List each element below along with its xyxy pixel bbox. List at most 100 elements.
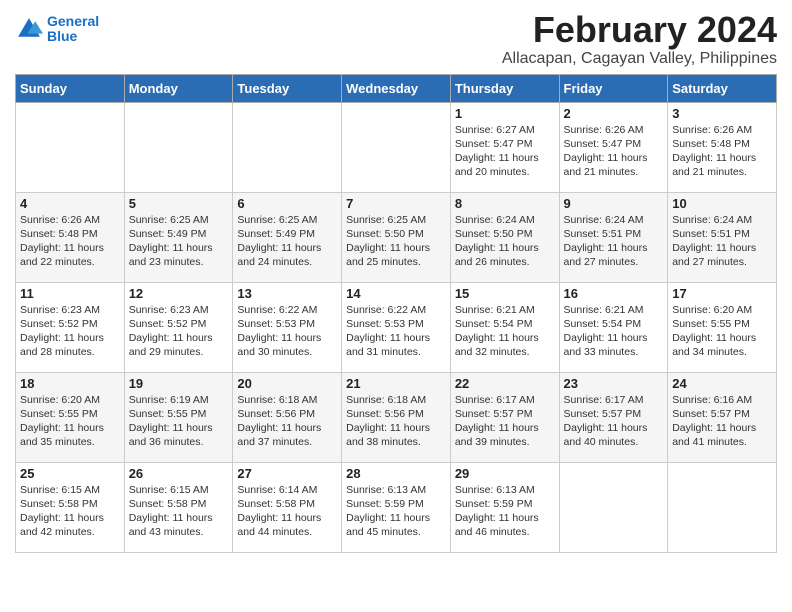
day-info: Sunrise: 6:21 AMSunset: 5:54 PMDaylight:… <box>564 303 664 360</box>
week-row-4: 18 Sunrise: 6:20 AMSunset: 5:55 PMDayligh… <box>16 372 777 462</box>
day-info: Sunrise: 6:13 AMSunset: 5:59 PMDaylight:… <box>346 483 446 540</box>
day-info: Sunrise: 6:25 AMSunset: 5:49 PMDaylight:… <box>129 213 229 270</box>
day-number: 5 <box>129 196 229 211</box>
calendar-cell <box>559 462 668 552</box>
day-number: 21 <box>346 376 446 391</box>
day-info: Sunrise: 6:15 AMSunset: 5:58 PMDaylight:… <box>20 483 120 540</box>
weekday-header-friday: Friday <box>559 74 668 102</box>
calendar-cell: 27 Sunrise: 6:14 AMSunset: 5:58 PMDayligh… <box>233 462 342 552</box>
logo-text: General Blue <box>47 14 99 45</box>
day-number: 16 <box>564 286 664 301</box>
page-header: General Blue February 2024 Allacapan, Ca… <box>15 10 777 68</box>
week-row-2: 4Sunrise: 6:26 AMSunset: 5:48 PMDaylight… <box>16 192 777 282</box>
logo-icon <box>15 15 43 43</box>
calendar-cell: 12 Sunrise: 6:23 AMSunset: 5:52 PMDayligh… <box>124 282 233 372</box>
day-info: Sunrise: 6:26 AMSunset: 5:48 PMDaylight:… <box>672 123 772 180</box>
calendar-cell: 24 Sunrise: 6:16 AMSunset: 5:57 PMDayligh… <box>668 372 777 462</box>
day-number: 9 <box>564 196 664 211</box>
day-info: Sunrise: 6:22 AMSunset: 5:53 PMDaylight:… <box>237 303 337 360</box>
calendar-cell <box>16 102 125 192</box>
calendar-cell: 7Sunrise: 6:25 AMSunset: 5:50 PMDaylight… <box>342 192 451 282</box>
calendar-cell: 1Sunrise: 6:27 AMSunset: 5:47 PMDaylight… <box>450 102 559 192</box>
day-number: 12 <box>129 286 229 301</box>
calendar-table: SundayMondayTuesdayWednesdayThursdayFrid… <box>15 74 777 553</box>
calendar-cell: 23 Sunrise: 6:17 AMSunset: 5:57 PMDayligh… <box>559 372 668 462</box>
day-number: 7 <box>346 196 446 211</box>
calendar-cell: 16 Sunrise: 6:21 AMSunset: 5:54 PMDayligh… <box>559 282 668 372</box>
calendar-cell: 28 Sunrise: 6:13 AMSunset: 5:59 PMDayligh… <box>342 462 451 552</box>
day-number: 19 <box>129 376 229 391</box>
calendar-cell: 8 Sunrise: 6:24 AMSunset: 5:50 PMDaylight… <box>450 192 559 282</box>
day-info: Sunrise: 6:18 AMSunset: 5:56 PMDaylight:… <box>346 393 446 450</box>
day-info: Sunrise: 6:17 AMSunset: 5:57 PMDaylight:… <box>564 393 664 450</box>
day-number: 20 <box>237 376 337 391</box>
day-info: Sunrise: 6:24 AMSunset: 5:50 PMDaylight:… <box>455 213 555 270</box>
day-info: Sunrise: 6:21 AMSunset: 5:54 PMDaylight:… <box>455 303 555 360</box>
day-number: 13 <box>237 286 337 301</box>
calendar-cell: 22Sunrise: 6:17 AMSunset: 5:57 PMDayligh… <box>450 372 559 462</box>
day-number: 10 <box>672 196 772 211</box>
calendar-cell <box>342 102 451 192</box>
day-number: 8 <box>455 196 555 211</box>
day-number: 27 <box>237 466 337 481</box>
day-info: Sunrise: 6:16 AMSunset: 5:57 PMDaylight:… <box>672 393 772 450</box>
day-info: Sunrise: 6:23 AMSunset: 5:52 PMDaylight:… <box>129 303 229 360</box>
calendar-cell: 10 Sunrise: 6:24 AMSunset: 5:51 PMDayligh… <box>668 192 777 282</box>
weekday-header-tuesday: Tuesday <box>233 74 342 102</box>
calendar-cell: 15Sunrise: 6:21 AMSunset: 5:54 PMDayligh… <box>450 282 559 372</box>
day-number: 6 <box>237 196 337 211</box>
day-info: Sunrise: 6:14 AMSunset: 5:58 PMDaylight:… <box>237 483 337 540</box>
day-number: 18 <box>20 376 120 391</box>
calendar-cell: 25 Sunrise: 6:15 AMSunset: 5:58 PMDayligh… <box>16 462 125 552</box>
calendar-cell: 5 Sunrise: 6:25 AMSunset: 5:49 PMDaylight… <box>124 192 233 282</box>
day-info: Sunrise: 6:24 AMSunset: 5:51 PMDaylight:… <box>564 213 664 270</box>
week-row-1: 1Sunrise: 6:27 AMSunset: 5:47 PMDaylight… <box>16 102 777 192</box>
day-number: 28 <box>346 466 446 481</box>
weekday-header-thursday: Thursday <box>450 74 559 102</box>
week-row-5: 25 Sunrise: 6:15 AMSunset: 5:58 PMDayligh… <box>16 462 777 552</box>
day-number: 1 <box>455 106 555 121</box>
calendar-cell: 9 Sunrise: 6:24 AMSunset: 5:51 PMDaylight… <box>559 192 668 282</box>
weekday-header-row: SundayMondayTuesdayWednesdayThursdayFrid… <box>16 74 777 102</box>
day-number: 24 <box>672 376 772 391</box>
calendar-cell: 13 Sunrise: 6:22 AMSunset: 5:53 PMDayligh… <box>233 282 342 372</box>
day-info: Sunrise: 6:25 AMSunset: 5:49 PMDaylight:… <box>237 213 337 270</box>
day-number: 26 <box>129 466 229 481</box>
calendar-cell: 3 Sunrise: 6:26 AMSunset: 5:48 PMDaylight… <box>668 102 777 192</box>
weekday-header-wednesday: Wednesday <box>342 74 451 102</box>
calendar-cell: 18 Sunrise: 6:20 AMSunset: 5:55 PMDayligh… <box>16 372 125 462</box>
day-info: Sunrise: 6:24 AMSunset: 5:51 PMDaylight:… <box>672 213 772 270</box>
day-info: Sunrise: 6:20 AMSunset: 5:55 PMDaylight:… <box>20 393 120 450</box>
day-info: Sunrise: 6:26 AMSunset: 5:47 PMDaylight:… <box>564 123 664 180</box>
logo: General Blue <box>15 14 99 45</box>
calendar-cell <box>124 102 233 192</box>
calendar-cell: 14 Sunrise: 6:22 AMSunset: 5:53 PMDayligh… <box>342 282 451 372</box>
day-info: Sunrise: 6:13 AMSunset: 5:59 PMDaylight:… <box>455 483 555 540</box>
day-info: Sunrise: 6:23 AMSunset: 5:52 PMDaylight:… <box>20 303 120 360</box>
title-area: February 2024 Allacapan, Cagayan Valley,… <box>502 10 777 68</box>
day-number: 23 <box>564 376 664 391</box>
day-number: 2 <box>564 106 664 121</box>
day-number: 4 <box>20 196 120 211</box>
day-info: Sunrise: 6:19 AMSunset: 5:55 PMDaylight:… <box>129 393 229 450</box>
day-number: 14 <box>346 286 446 301</box>
day-info: Sunrise: 6:20 AMSunset: 5:55 PMDaylight:… <box>672 303 772 360</box>
calendar-cell: 17 Sunrise: 6:20 AMSunset: 5:55 PMDayligh… <box>668 282 777 372</box>
calendar-cell: 2 Sunrise: 6:26 AMSunset: 5:47 PMDaylight… <box>559 102 668 192</box>
calendar-cell: 19 Sunrise: 6:19 AMSunset: 5:55 PMDayligh… <box>124 372 233 462</box>
day-number: 17 <box>672 286 772 301</box>
calendar-cell: 6 Sunrise: 6:25 AMSunset: 5:49 PMDaylight… <box>233 192 342 282</box>
calendar-cell: 21 Sunrise: 6:18 AMSunset: 5:56 PMDayligh… <box>342 372 451 462</box>
day-number: 29 <box>455 466 555 481</box>
day-info: Sunrise: 6:22 AMSunset: 5:53 PMDaylight:… <box>346 303 446 360</box>
day-number: 11 <box>20 286 120 301</box>
day-number: 25 <box>20 466 120 481</box>
subtitle: Allacapan, Cagayan Valley, Philippines <box>502 50 777 68</box>
day-number: 22 <box>455 376 555 391</box>
day-info: Sunrise: 6:18 AMSunset: 5:56 PMDaylight:… <box>237 393 337 450</box>
calendar-cell: 4Sunrise: 6:26 AMSunset: 5:48 PMDaylight… <box>16 192 125 282</box>
week-row-3: 11 Sunrise: 6:23 AMSunset: 5:52 PMDayligh… <box>16 282 777 372</box>
calendar-cell: 20 Sunrise: 6:18 AMSunset: 5:56 PMDayligh… <box>233 372 342 462</box>
day-number: 3 <box>672 106 772 121</box>
calendar-cell: 26Sunrise: 6:15 AMSunset: 5:58 PMDayligh… <box>124 462 233 552</box>
